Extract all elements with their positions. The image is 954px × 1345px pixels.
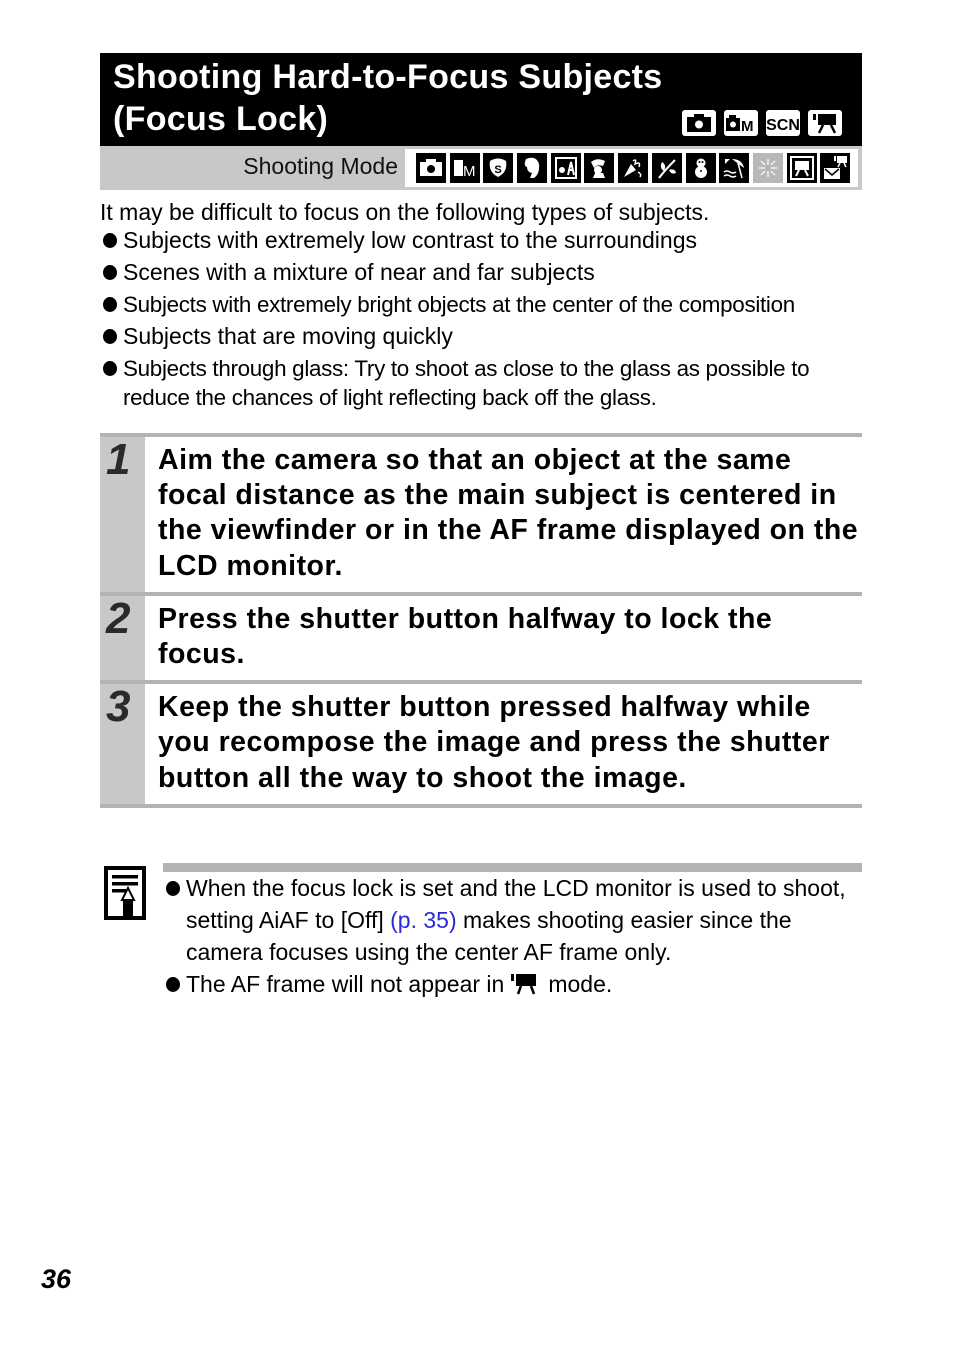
bullet-icon (103, 329, 117, 344)
svg-text:M: M (741, 118, 754, 133)
list-item: Subjects that are moving quickly (100, 322, 870, 351)
step-text: Press the shutter button halfway to lock… (158, 602, 773, 671)
movie-icon (808, 110, 842, 136)
notes-list: When the focus lock is set and the LCD m… (163, 872, 863, 1003)
indoor-icon (584, 153, 615, 183)
title-line-1: Shooting Hard-to-Focus Subjects (113, 58, 663, 96)
party-icon (618, 153, 649, 183)
intro-text: It may be difficult to focus on the foll… (100, 199, 710, 225)
step-1: 1 Aim the camera so that an object at th… (100, 433, 862, 592)
step-2: 2 Press the shutter button halfway to lo… (100, 591, 862, 681)
snow-icon (685, 153, 716, 183)
beach-icon (719, 153, 750, 183)
manual-mode-icon: M (449, 153, 480, 183)
step-text: Aim the camera so that an object at the … (158, 444, 859, 582)
mode-icons: M SCN (682, 110, 842, 136)
fireworks-icon (752, 153, 783, 183)
step-number-text: 1 (106, 435, 131, 484)
step-number-text: 2 (106, 593, 131, 643)
list-item: Subjects through glass: Try to shoot as … (100, 354, 870, 412)
step-3: 3 Keep the shutter button pressed halfwa… (100, 680, 862, 808)
auto-mode-icon (416, 153, 446, 183)
svg-text:S: S (495, 164, 502, 176)
list-item-text: Subjects that are moving quickly (123, 323, 453, 349)
step-number-text: 3 (106, 682, 131, 732)
list-item: Scenes with a mixture of near and far su… (100, 258, 870, 287)
shooting-mode-label: Shooting Mode (243, 153, 398, 179)
step-number: 1 (100, 435, 145, 592)
portrait-icon (517, 153, 548, 183)
step-text: Keep the shutter button pressed halfway … (158, 691, 830, 794)
list-item-text: Subjects with extremely low contrast to … (123, 227, 697, 253)
hard-to-focus-subjects-list: Subjects with extremely low contrast to … (100, 226, 870, 415)
page-number: 36 (41, 1264, 72, 1294)
note-text: mode. (548, 971, 613, 997)
shooting-mode-icons: M S (405, 149, 858, 187)
bullet-icon (166, 977, 180, 992)
bullet-icon (103, 233, 117, 248)
note-item: The AF frame will not appear in mode. (163, 968, 863, 1003)
steps: 1 Aim the camera so that an object at th… (100, 433, 862, 808)
movie-icon (510, 971, 540, 1003)
bullet-icon (103, 361, 117, 376)
digital-macro-icon: S (483, 153, 514, 183)
shooting-mode-bar: Shooting Mode M S (100, 146, 862, 190)
list-item: Subjects with extremely low contrast to … (100, 226, 870, 255)
page-reference-link[interactable]: (p. 35) (390, 907, 456, 933)
auto-camera-icon (682, 110, 716, 136)
movie-standard-icon (786, 153, 817, 183)
list-item: Subjects with extremely bright objects a… (100, 290, 870, 319)
foliage-icon (651, 153, 682, 183)
bullet-icon (103, 265, 117, 280)
movie-email-icon (820, 153, 851, 183)
svg-text:M: M (463, 163, 476, 180)
scn-icon: SCN (766, 110, 800, 136)
bullet-icon (166, 881, 180, 896)
step-number: 3 (100, 682, 145, 804)
list-item-text: Scenes with a mixture of near and far su… (123, 259, 595, 285)
bullet-icon (103, 297, 117, 312)
list-item-text: Subjects through glass: Try to shoot as … (123, 356, 810, 410)
camera-manual-icon: M (724, 110, 758, 136)
title-line-2: (Focus Lock) (113, 100, 329, 138)
memo-icon (104, 866, 148, 927)
step-number: 2 (100, 593, 145, 681)
kids-pets-icon (550, 153, 581, 183)
svg-text:SCN: SCN (766, 117, 800, 133)
title-banner: Shooting Hard-to-Focus Subjects (Focus L… (100, 53, 862, 146)
note-divider (163, 863, 862, 872)
note-text: The AF frame will not appear in (186, 971, 505, 997)
list-item-text: Subjects with extremely bright objects a… (123, 292, 795, 317)
page-title: Shooting Hard-to-Focus Subjects (Focus L… (113, 56, 663, 140)
note-item: When the focus lock is set and the LCD m… (163, 872, 863, 968)
